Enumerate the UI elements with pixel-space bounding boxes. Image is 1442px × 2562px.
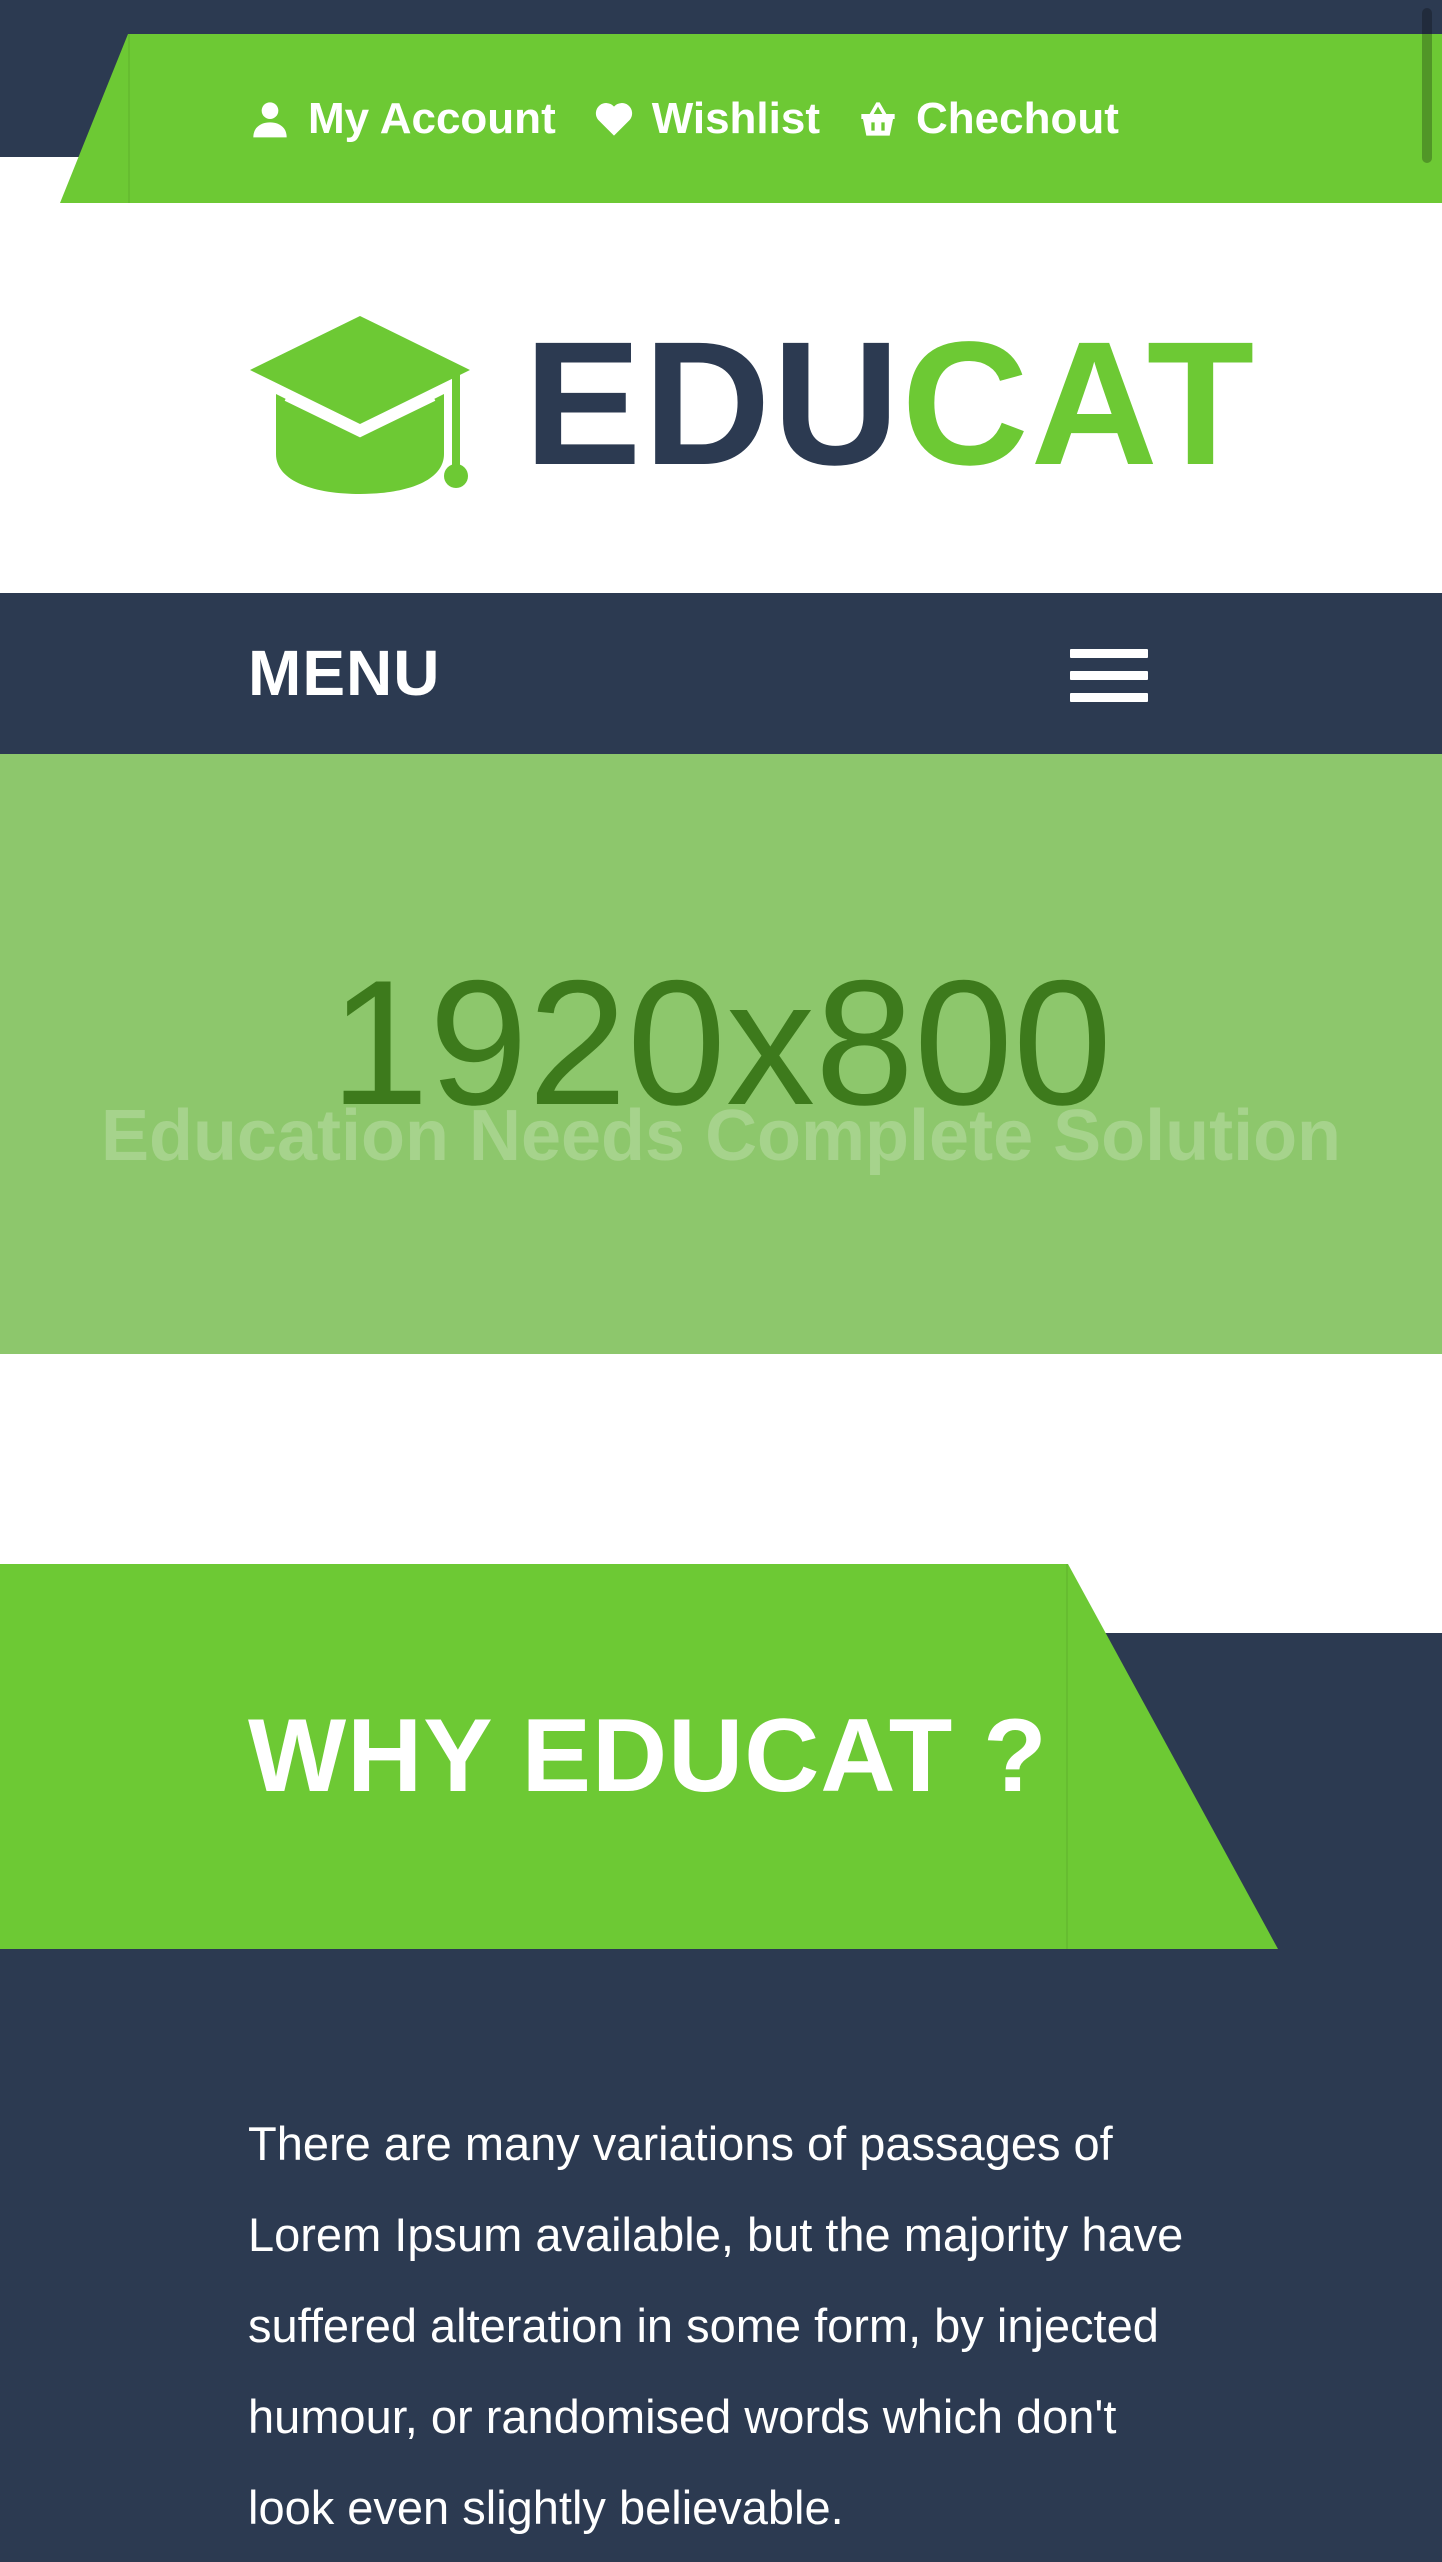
basket-icon <box>858 99 898 139</box>
menu-label[interactable]: MENU <box>248 593 440 754</box>
why-description: There are many variations of passages of… <box>248 2117 1184 2534</box>
my-account-label: My Account <box>308 93 556 143</box>
top-bar-divider <box>128 34 130 203</box>
heart-icon <box>594 99 634 139</box>
scrollbar-thumb[interactable] <box>1422 8 1432 163</box>
site-logo[interactable]: EDUCAT <box>246 314 1256 494</box>
logo-text-cat: CAT <box>901 306 1257 502</box>
why-banner-divider <box>1066 1564 1068 1949</box>
hamburger-icon[interactable] <box>1070 649 1148 703</box>
hero-slider: Education Needs Complete Solution 1920x8… <box>0 754 1442 1354</box>
account-links: My Account Wishlist Chechout <box>250 34 1119 203</box>
checkout-link[interactable]: Chechout <box>858 94 1119 144</box>
logo-text-edu: EDU <box>524 306 902 502</box>
graduation-cap-icon <box>246 314 474 494</box>
checkout-label: Chechout <box>916 93 1119 143</box>
wishlist-link[interactable]: Wishlist <box>594 94 820 144</box>
why-title: WHY EDUCAT ? <box>248 1698 1048 1814</box>
top-bar: My Account Wishlist Chechout <box>0 0 1442 203</box>
wishlist-label: Wishlist <box>651 93 821 143</box>
logo-wordmark: EDUCAT <box>524 316 1256 492</box>
my-account-link[interactable]: My Account <box>250 94 556 144</box>
hero-placeholder-image-label: 1920x800 <box>330 943 1112 1142</box>
user-icon <box>250 99 290 139</box>
menu-bar: MENU <box>0 593 1442 754</box>
